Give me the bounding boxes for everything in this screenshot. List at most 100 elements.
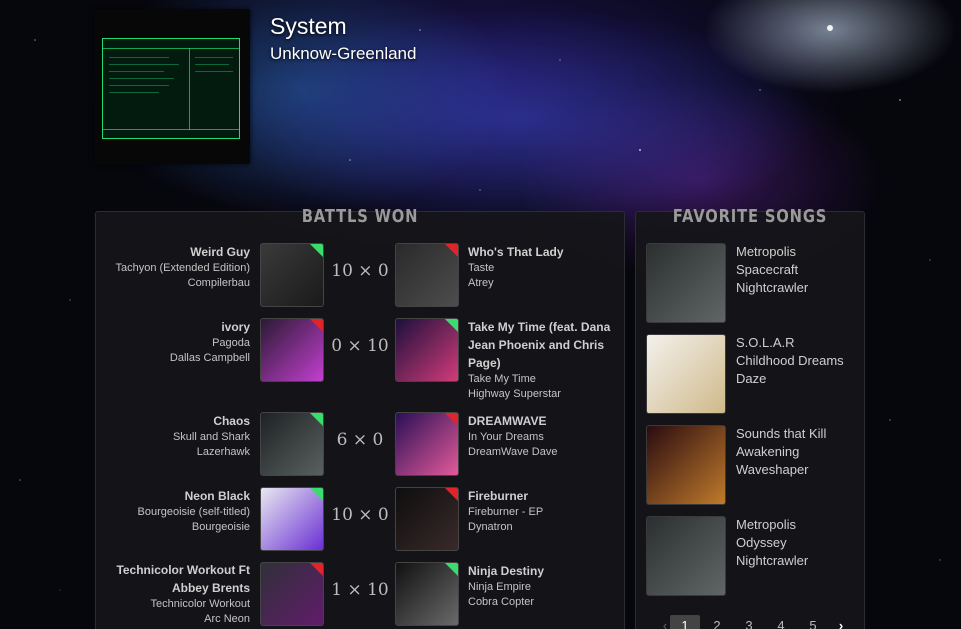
result-corner-indicator	[445, 244, 458, 257]
result-corner-indicator	[445, 488, 458, 501]
result-corner-indicator	[310, 319, 323, 332]
artist-name: System	[270, 13, 347, 39]
album-name[interactable]: Childhood Dreams	[736, 352, 844, 370]
battle-score: 0 × 10	[331, 336, 389, 356]
battle-score: 10 × 0	[331, 505, 389, 525]
song-title[interactable]: Ninja Destiny	[468, 562, 618, 580]
song-title[interactable]: Take My Time (feat. Dana Jean Phoenix an…	[468, 318, 618, 372]
song-title[interactable]: Fireburner	[468, 487, 618, 505]
result-corner-indicator	[310, 244, 323, 257]
album-name[interactable]: Tachyon (Extended Edition)	[100, 261, 250, 276]
opponent-song-info: Who's That Lady Taste Atrey	[468, 243, 618, 291]
album-cover[interactable]	[646, 334, 726, 414]
winner-song-info: Weird Guy Tachyon (Extended Edition) Com…	[100, 243, 250, 291]
album-cover[interactable]	[260, 318, 324, 382]
song-title[interactable]: DREAMWAVE	[468, 412, 618, 430]
artist-link[interactable]: Dynatron	[468, 520, 618, 535]
album-name[interactable]: Take My Time	[468, 372, 618, 387]
artist-cover-image	[95, 9, 250, 164]
artist-subtitle: Unknow-Greenland	[270, 44, 417, 63]
opponent-song-info: Take My Time (feat. Dana Jean Phoenix an…	[468, 318, 618, 402]
artist-link[interactable]: DreamWave Dave	[468, 445, 618, 460]
album-cover[interactable]	[646, 243, 726, 323]
song-title[interactable]: S.O.L.A.R	[736, 334, 844, 352]
album-name[interactable]: Technicolor Workout	[100, 597, 250, 612]
album-cover[interactable]	[646, 516, 726, 596]
favorite-song-item[interactable]: Metropolis Odyssey Nightcrawler	[646, 516, 861, 596]
album-name[interactable]: Ninja Empire	[468, 580, 618, 595]
album-name[interactable]: Odyssey	[736, 534, 808, 552]
favorite-song-item[interactable]: Metropolis Spacecraft Nightcrawler	[646, 243, 861, 323]
result-corner-indicator	[445, 319, 458, 332]
artist-link[interactable]: Highway Superstar	[468, 387, 618, 402]
result-corner-indicator	[445, 563, 458, 576]
album-name[interactable]: Awakening	[736, 443, 826, 461]
artist-link[interactable]: Daze	[736, 370, 844, 388]
opponent-song-info: DREAMWAVE In Your Dreams DreamWave Dave	[468, 412, 618, 460]
terminal-screen-image	[102, 38, 240, 139]
album-cover[interactable]	[646, 425, 726, 505]
battle-row: Technicolor Workout Ft Abbey Brents Tech…	[95, 562, 625, 626]
artist-link[interactable]: Cobra Copter	[468, 595, 618, 610]
album-cover[interactable]	[395, 487, 459, 551]
album-cover[interactable]	[260, 562, 324, 626]
artist-link[interactable]: Compilerbau	[100, 276, 250, 291]
battle-score: 10 × 0	[331, 261, 389, 281]
battle-row: Neon Black Bourgeoisie (self-titled) Bou…	[95, 487, 625, 551]
album-cover[interactable]	[260, 487, 324, 551]
song-title[interactable]: Weird Guy	[100, 243, 250, 261]
favorite-song-text: Metropolis Odyssey Nightcrawler	[736, 516, 808, 570]
album-name[interactable]: Pagoda	[100, 336, 250, 351]
artist-link[interactable]: Waveshaper	[736, 461, 826, 479]
song-title[interactable]: ivory	[100, 318, 250, 336]
page-4-button[interactable]: 4	[766, 615, 796, 629]
favorite-songs-heading: FAVORITE SONGS	[672, 206, 828, 227]
artist-link[interactable]: Nightcrawler	[736, 552, 808, 570]
song-title[interactable]: Sounds that Kill	[736, 425, 826, 443]
artist-link[interactable]: Atrey	[468, 276, 618, 291]
album-cover[interactable]	[395, 412, 459, 476]
page-1-button[interactable]: 1	[670, 615, 700, 629]
artist-link[interactable]: Lazerhawk	[100, 445, 250, 460]
favorite-song-text: S.O.L.A.R Childhood Dreams Daze	[736, 334, 844, 388]
page-2-button[interactable]: 2	[702, 615, 732, 629]
battle-score: 1 × 10	[331, 580, 389, 600]
opponent-song-info: Ninja Destiny Ninja Empire Cobra Copter	[468, 562, 618, 610]
album-name[interactable]: In Your Dreams	[468, 430, 618, 445]
winner-song-info: Technicolor Workout Ft Abbey Brents Tech…	[100, 561, 250, 627]
artist-link[interactable]: Nightcrawler	[736, 279, 808, 297]
album-name[interactable]: Skull and Shark	[100, 430, 250, 445]
favorite-song-item[interactable]: S.O.L.A.R Childhood Dreams Daze	[646, 334, 861, 414]
page-5-button[interactable]: 5	[798, 615, 828, 629]
album-cover[interactable]	[395, 318, 459, 382]
result-corner-indicator	[445, 413, 458, 426]
result-corner-indicator	[310, 413, 323, 426]
album-name[interactable]: Fireburner - EP	[468, 505, 618, 520]
album-name[interactable]: Spacecraft	[736, 261, 808, 279]
album-name[interactable]: Taste	[468, 261, 618, 276]
song-title[interactable]: Metropolis	[736, 243, 808, 261]
artist-link[interactable]: Dallas Campbell	[100, 351, 250, 366]
opponent-song-info: Fireburner Fireburner - EP Dynatron	[468, 487, 618, 535]
song-title[interactable]: Metropolis	[736, 516, 808, 534]
chevron-right-icon[interactable]: ›	[826, 615, 856, 629]
album-cover[interactable]	[395, 243, 459, 307]
winner-song-info: ivory Pagoda Dallas Campbell	[100, 318, 250, 366]
favorite-song-text: Metropolis Spacecraft Nightcrawler	[736, 243, 808, 297]
artist-link[interactable]: Bourgeoisie	[100, 520, 250, 535]
favorite-song-item[interactable]: Sounds that Kill Awakening Waveshaper	[646, 425, 861, 505]
album-cover[interactable]	[395, 562, 459, 626]
artist-link[interactable]: Arc Neon	[100, 612, 250, 627]
winner-song-info: Chaos Skull and Shark Lazerhawk	[100, 412, 250, 460]
song-title[interactable]: Who's That Lady	[468, 243, 618, 261]
song-title[interactable]: Technicolor Workout Ft Abbey Brents	[100, 561, 250, 597]
battle-score: 6 × 0	[336, 430, 384, 450]
album-cover[interactable]	[260, 243, 324, 307]
album-cover[interactable]	[260, 412, 324, 476]
battle-row: Weird Guy Tachyon (Extended Edition) Com…	[95, 243, 625, 307]
song-title[interactable]: Chaos	[100, 412, 250, 430]
result-corner-indicator	[310, 488, 323, 501]
song-title[interactable]: Neon Black	[100, 487, 250, 505]
page-3-button[interactable]: 3	[734, 615, 764, 629]
album-name[interactable]: Bourgeoisie (self-titled)	[100, 505, 251, 520]
